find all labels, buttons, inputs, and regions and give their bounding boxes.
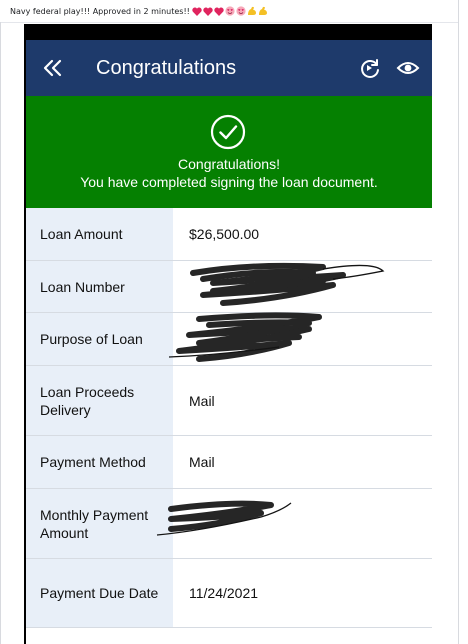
banner-heading: Congratulations! bbox=[178, 156, 280, 172]
post-frame-right bbox=[458, 0, 459, 644]
post-caption-text: Navy federal play!!! Approved in 2 minut… bbox=[10, 6, 190, 16]
detail-label: Payment Method bbox=[26, 436, 173, 488]
heart-eyes-face-icon bbox=[225, 6, 235, 16]
success-banner: Congratulations! You have completed sign… bbox=[26, 96, 432, 208]
phone-screenshot: Congratulations Congratulations! You hav… bbox=[24, 24, 432, 644]
post-caption: Navy federal play!!! Approved in 2 minut… bbox=[10, 3, 269, 19]
check-circle-icon bbox=[210, 114, 246, 150]
detail-label: Loan Amount bbox=[26, 208, 173, 260]
detail-row-loan-amount: Loan Amount $26,500.00 bbox=[26, 208, 432, 261]
flexed-biceps-icon bbox=[258, 6, 267, 15]
refresh-camera-icon bbox=[361, 59, 379, 78]
post-frame-left bbox=[0, 22, 1, 644]
flexed-biceps-icon bbox=[247, 6, 256, 15]
redaction-scribble bbox=[190, 262, 385, 306]
detail-value-empty bbox=[173, 628, 432, 644]
page-title: Congratulations bbox=[96, 56, 237, 79]
red-heart-icon bbox=[214, 7, 224, 16]
view-button[interactable] bbox=[394, 54, 422, 82]
detail-value: Mail bbox=[189, 392, 215, 409]
red-heart-icon bbox=[203, 7, 213, 16]
status-bar bbox=[24, 24, 432, 40]
back-button[interactable] bbox=[26, 40, 80, 96]
app-header: Congratulations bbox=[26, 40, 432, 96]
detail-row-payment-due-date: Payment Due Date 11/24/2021 bbox=[26, 559, 432, 628]
detail-value bbox=[173, 261, 432, 312]
detail-row-loan-number: Loan Number bbox=[26, 261, 432, 313]
refresh-camera-button[interactable] bbox=[356, 54, 384, 82]
detail-row-purpose-of-loan: Purpose of Loan bbox=[26, 312, 432, 366]
detail-label: Payment Due Date bbox=[26, 559, 173, 627]
post-divider bbox=[0, 22, 458, 23]
double-chevron-left-icon bbox=[43, 59, 62, 77]
redaction-scribble bbox=[168, 312, 322, 362]
detail-label-empty bbox=[26, 628, 173, 644]
detail-value: 11/24/2021 bbox=[189, 585, 259, 601]
detail-row-monthly-payment: Monthly Payment Amount bbox=[26, 489, 432, 559]
detail-row-next bbox=[26, 628, 432, 644]
heart-eyes-face-icon bbox=[236, 6, 246, 16]
eye-icon bbox=[396, 62, 420, 74]
detail-value bbox=[156, 489, 432, 558]
detail-value: Mail bbox=[189, 454, 215, 470]
detail-label: Loan Proceeds Delivery bbox=[26, 366, 173, 435]
detail-value: $26,500.00 bbox=[189, 226, 260, 242]
loan-details-table: Loan Amount $26,500.00 Loan Number Purpo… bbox=[26, 208, 432, 644]
emoji-row bbox=[192, 6, 269, 16]
detail-row-proceeds-delivery: Loan Proceeds Delivery Mail bbox=[26, 366, 432, 436]
detail-row-payment-method: Payment Method Mail bbox=[26, 436, 432, 489]
detail-label: Purpose of Loan bbox=[26, 313, 173, 365]
detail-label: Loan Number bbox=[26, 261, 173, 312]
banner-message: You have completed signing the loan docu… bbox=[80, 174, 378, 190]
red-heart-icon bbox=[192, 7, 202, 16]
detail-value bbox=[168, 312, 432, 365]
redaction-scribble bbox=[156, 500, 292, 536]
